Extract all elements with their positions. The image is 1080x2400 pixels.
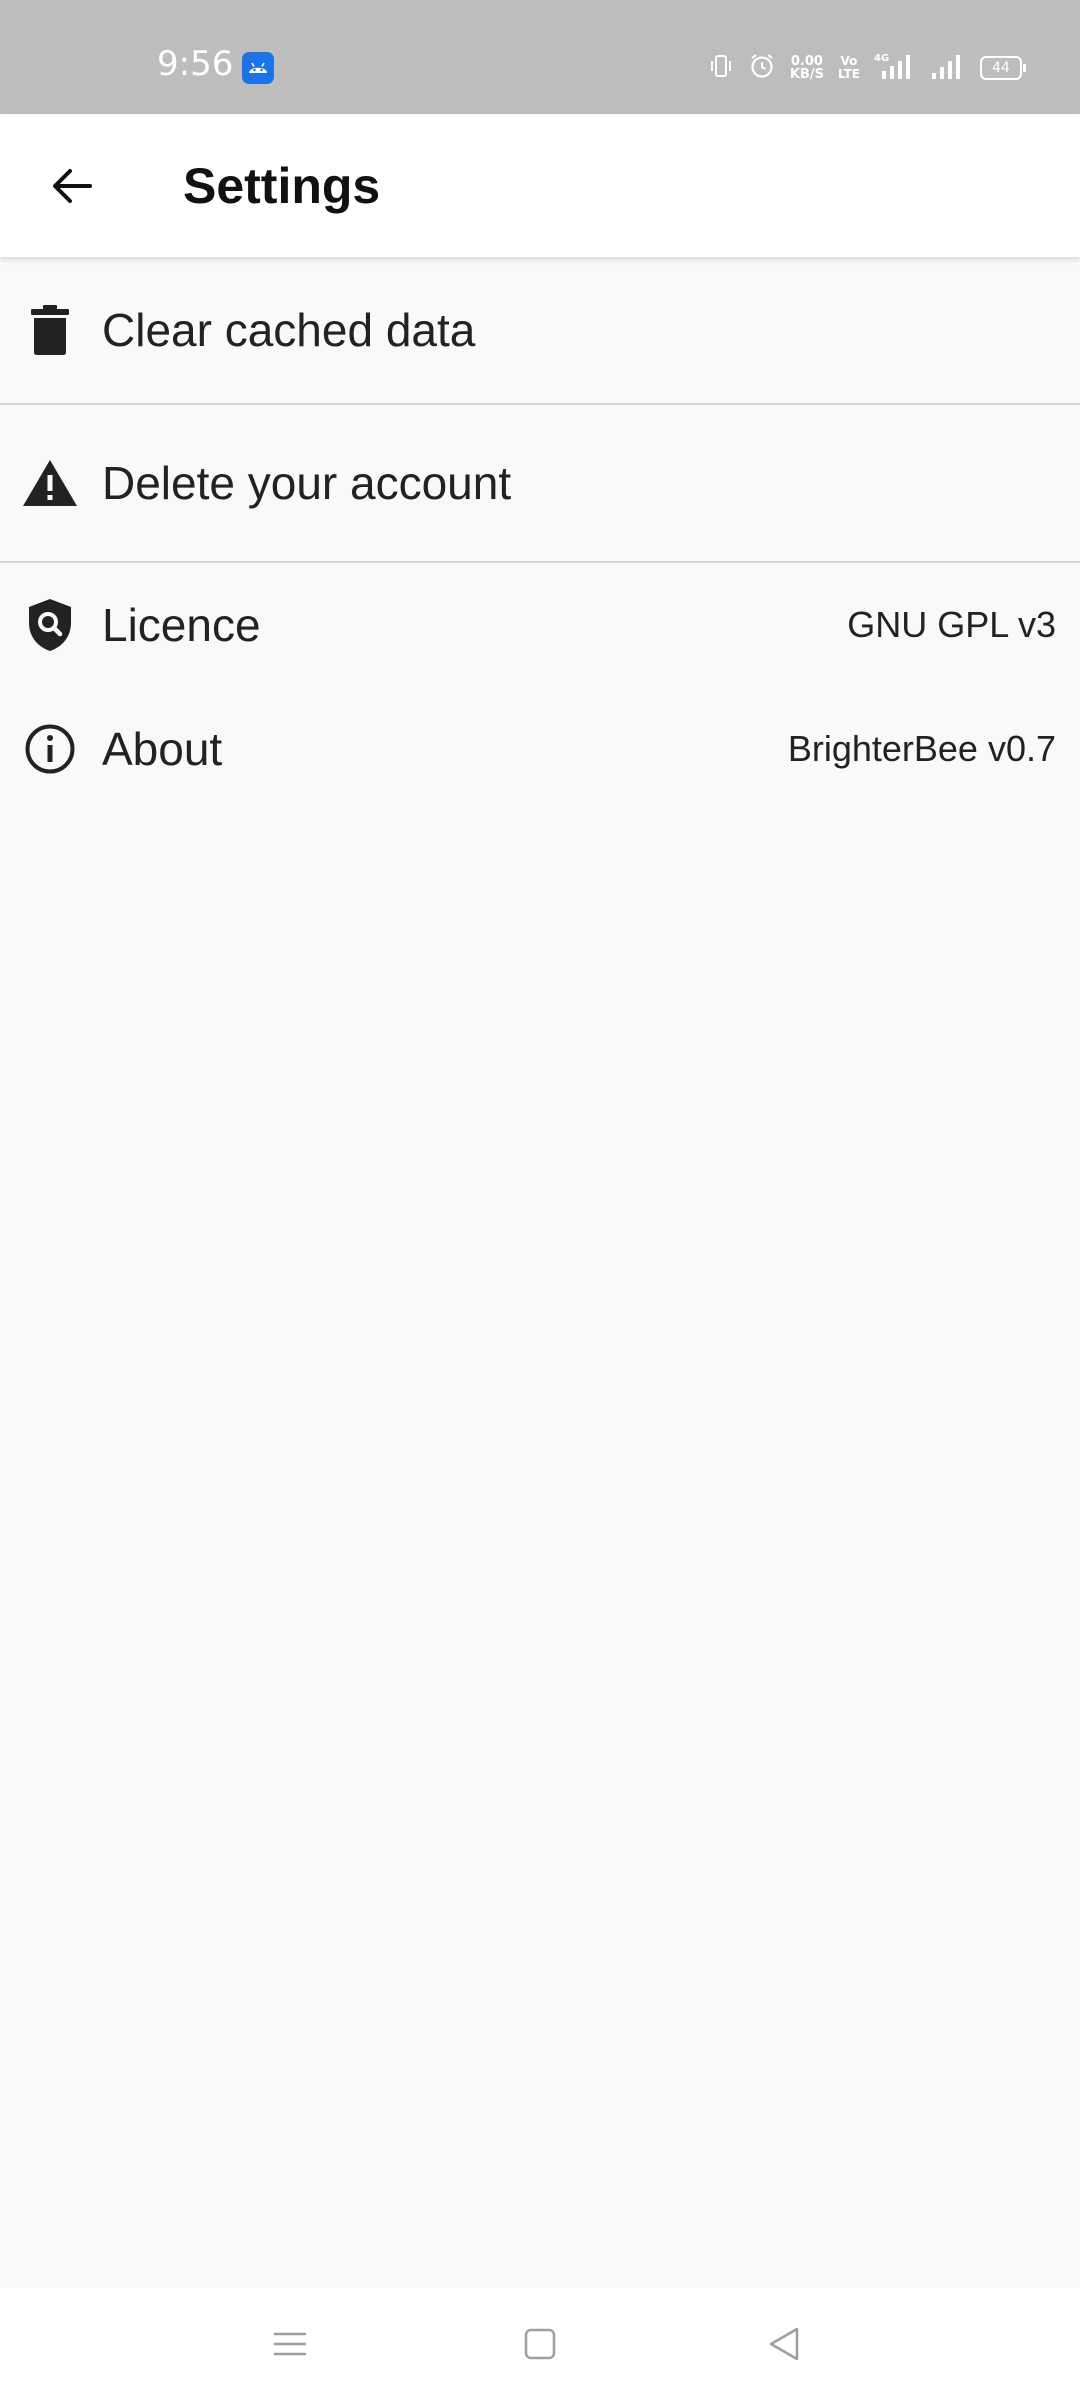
vibrate-icon bbox=[708, 53, 734, 84]
licence-value: GNU GPL v3 bbox=[847, 604, 1056, 645]
settings-item-licence[interactable]: Licence GNU GPL v3 bbox=[0, 563, 1080, 687]
volte-bottom: LTE bbox=[837, 67, 860, 81]
settings-item-label: Clear cached data bbox=[102, 304, 476, 356]
trash-icon bbox=[22, 302, 78, 358]
about-value: BrighterBee v0.7 bbox=[787, 728, 1056, 769]
menu-icon bbox=[274, 2332, 306, 2356]
home-button[interactable] bbox=[508, 2312, 572, 2376]
back-triangle-icon bbox=[769, 2327, 799, 2361]
recent-apps-button[interactable] bbox=[258, 2312, 322, 2376]
settings-item-delete-account[interactable]: Delete your account bbox=[0, 405, 1080, 561]
shield-search-icon bbox=[22, 597, 78, 653]
android-notification-icon bbox=[242, 52, 274, 84]
network-speed-unit: KB/S bbox=[789, 67, 824, 82]
page-title: Settings bbox=[183, 158, 381, 214]
status-icons: 0.00 KB/S Vo LTE 4G 44 bbox=[708, 50, 1026, 86]
system-nav-bar bbox=[0, 2288, 1080, 2400]
settings-list: Clear cached data Delete your account Li… bbox=[0, 257, 1080, 811]
signal-4g-icon: 4G bbox=[874, 51, 916, 86]
volte-indicator: Vo LTE bbox=[838, 55, 860, 81]
settings-item-clear-cache[interactable]: Clear cached data bbox=[0, 257, 1080, 403]
arrow-left-icon bbox=[53, 169, 92, 203]
system-back-button[interactable] bbox=[752, 2312, 816, 2376]
alarm-icon bbox=[748, 52, 776, 85]
warning-icon bbox=[22, 455, 78, 511]
home-icon bbox=[524, 2328, 556, 2360]
signal-strength-icon bbox=[930, 51, 966, 86]
info-icon bbox=[22, 721, 78, 777]
settings-item-label: About bbox=[102, 723, 223, 775]
back-button[interactable] bbox=[30, 150, 114, 222]
battery-indicator: 44 bbox=[980, 56, 1026, 80]
network-speed-indicator: 0.00 KB/S bbox=[790, 55, 824, 81]
status-time: 9:56 bbox=[157, 44, 234, 84]
settings-item-label: Delete your account bbox=[102, 457, 512, 509]
status-bar: 9:56 0.00 KB/S Vo LTE 4G 44 bbox=[0, 0, 1080, 114]
settings-item-label: Licence bbox=[102, 599, 261, 651]
network-type-label: 4G bbox=[874, 53, 889, 64]
app-bar: Settings bbox=[0, 114, 1080, 257]
settings-item-about[interactable]: About BrighterBee v0.7 bbox=[0, 687, 1080, 811]
